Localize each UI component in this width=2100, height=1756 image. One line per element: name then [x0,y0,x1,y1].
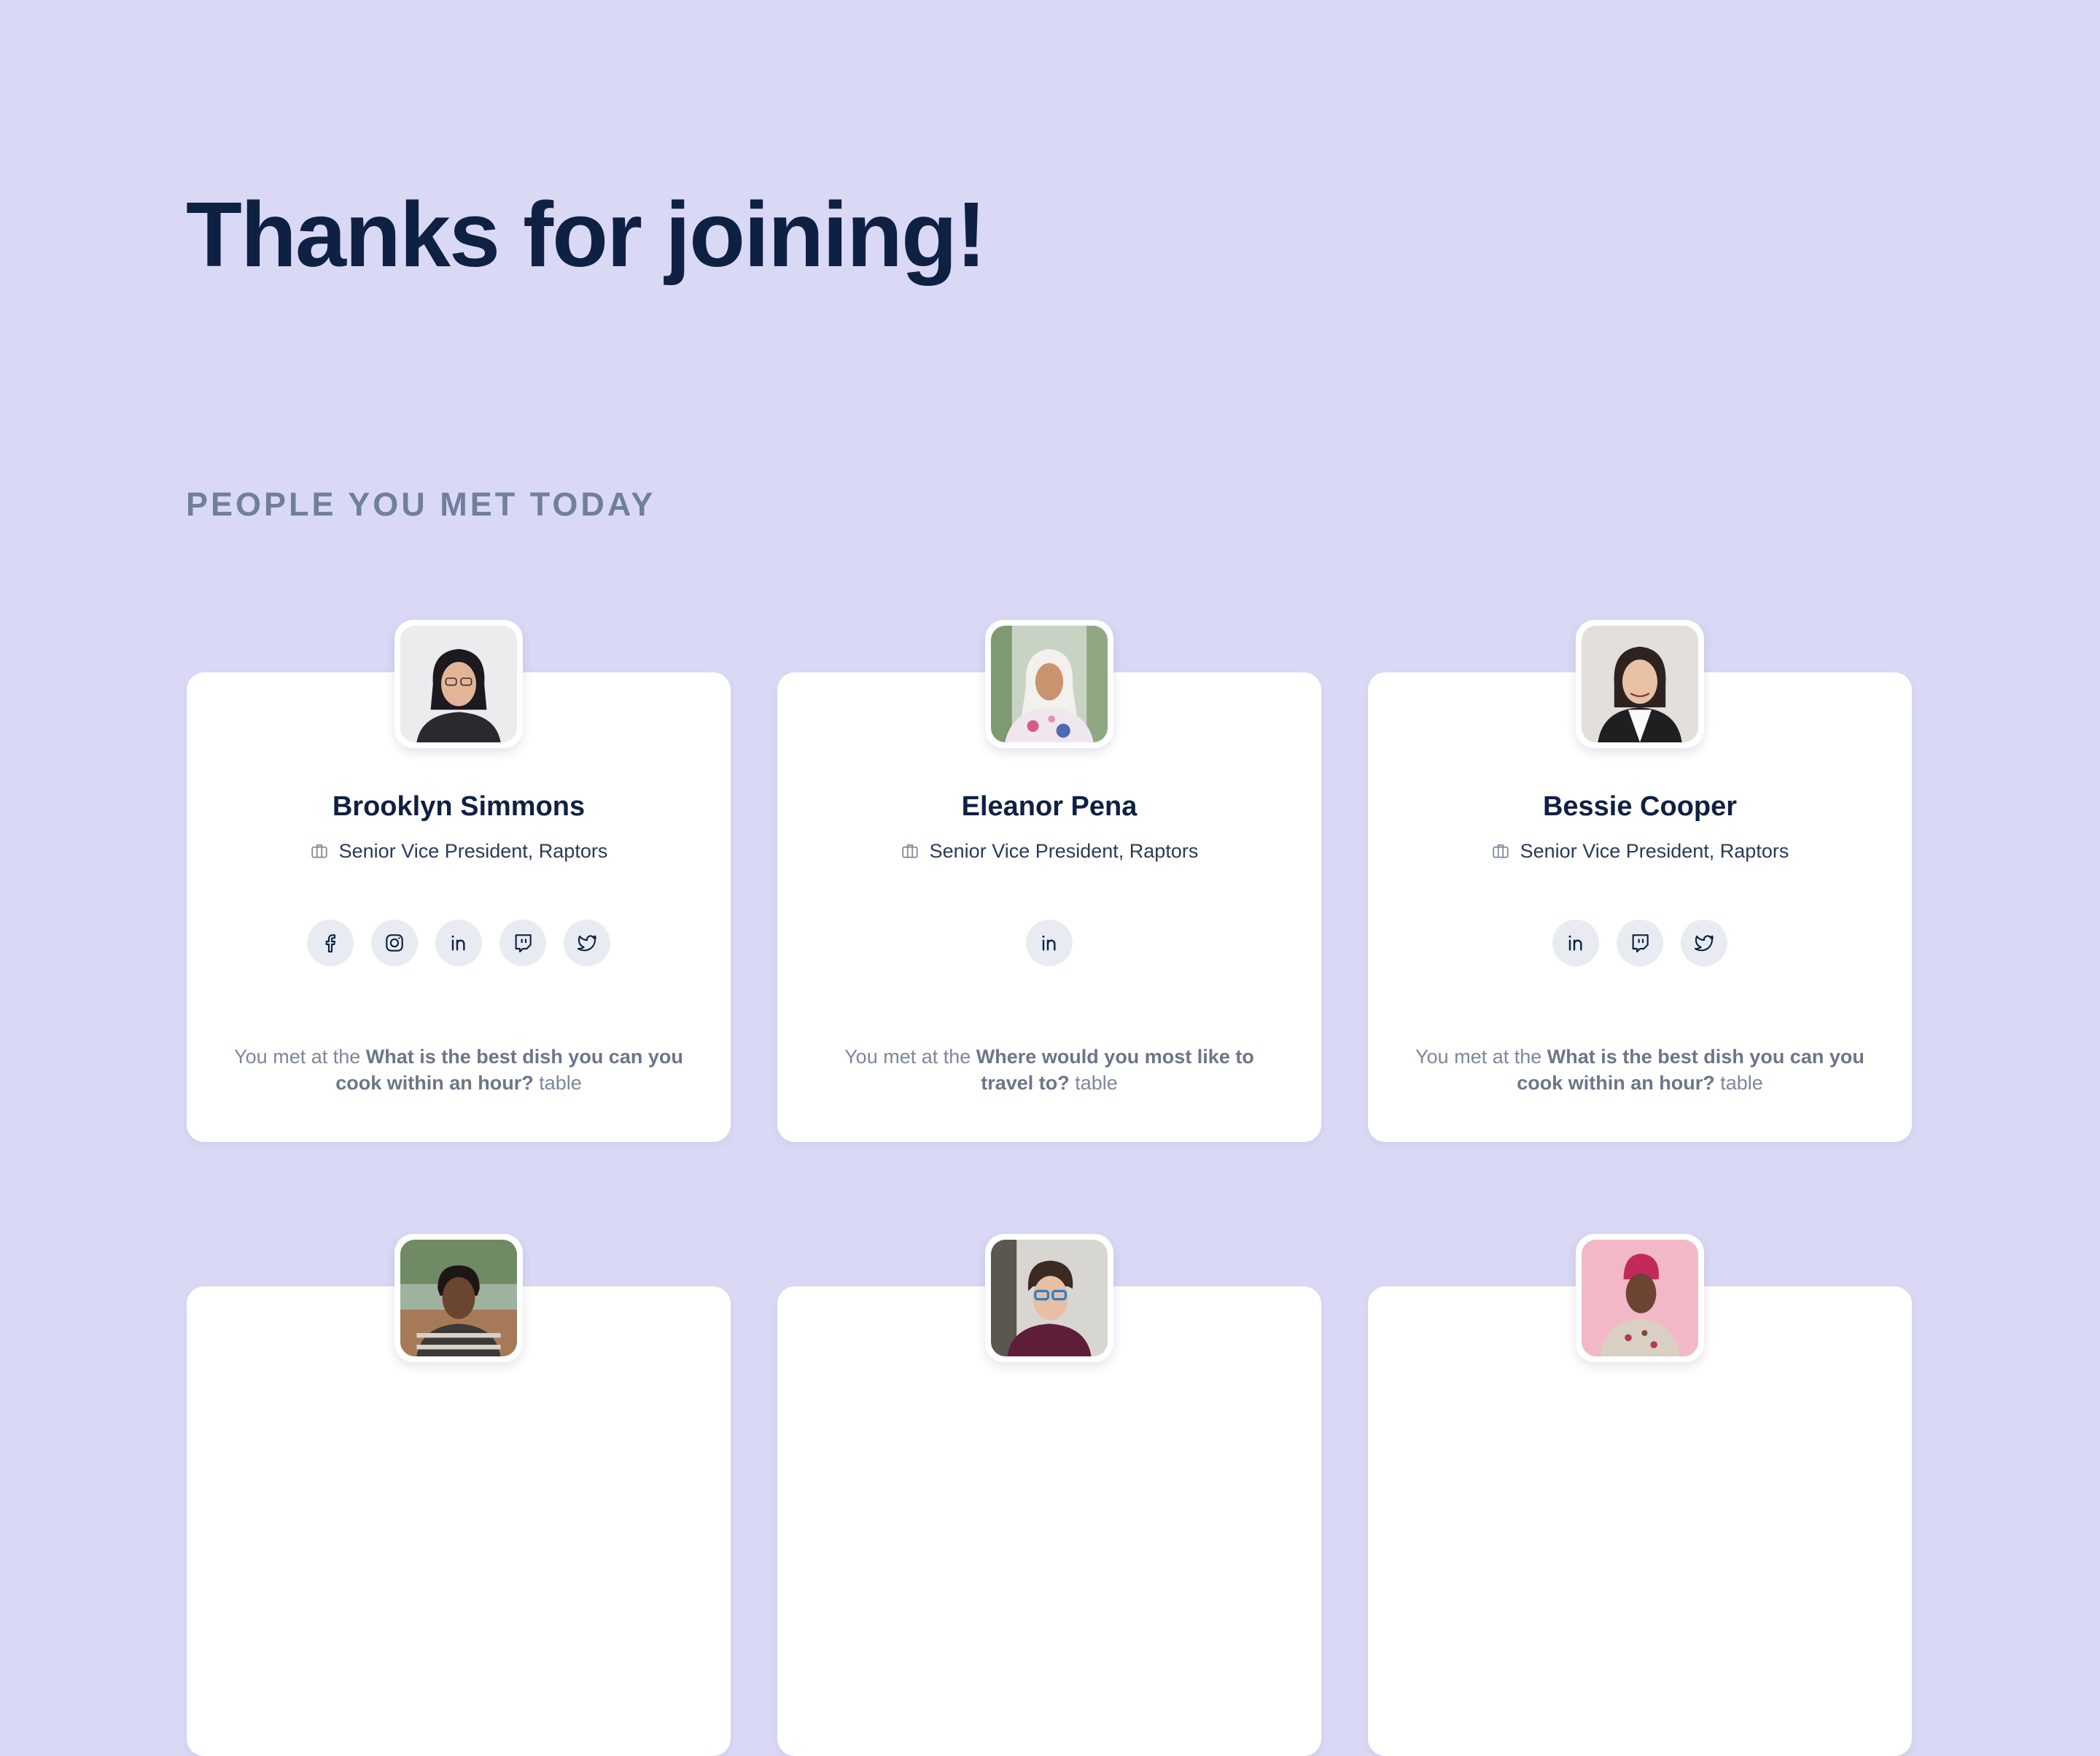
met-at-text: You met at the Where would you most like… [823,1044,1275,1096]
avatar[interactable] [394,1234,523,1362]
met-at-text: You met at the What is the best dish you… [1414,1044,1866,1096]
person-role-text: Senior Vice President, Raptors [929,839,1199,862]
met-at-text: You met at the What is the best dish you… [233,1044,685,1096]
social-links [187,919,731,966]
person-card-wrap [187,1234,731,1756]
twitch-icon[interactable] [1617,919,1663,966]
linkedin-icon[interactable] [1552,919,1599,966]
instagram-icon[interactable] [371,919,418,966]
person-role: Senior Vice President, Raptors [187,840,731,863]
avatar[interactable] [1576,1234,1704,1362]
person-card-wrap: Brooklyn Simmons Senior Vice President, … [187,620,731,1142]
met-suffix: table [533,1071,582,1094]
avatar-photo [1582,626,1698,742]
avatar-photo [1582,1240,1698,1356]
page-title: Thanks for joining! [186,183,987,286]
section-title: PEOPLE YOU MET TODAY [186,486,656,523]
person-card-wrap: Bessie Cooper Senior Vice President, Rap… [1368,620,1912,1142]
social-links [777,919,1321,966]
met-prefix: You met at the [1415,1045,1547,1068]
met-suffix: table [1714,1071,1763,1094]
person-name: Eleanor Pena [961,791,1138,822]
facebook-icon[interactable] [307,919,354,966]
people-grid: Brooklyn Simmons Senior Vice President, … [187,620,1912,1756]
social-links [1368,919,1912,966]
twitter-icon[interactable] [564,919,610,966]
avatar[interactable] [1576,620,1704,748]
person-role-text: Senior Vice President, Raptors [338,839,608,862]
person-role: Senior Vice President, Raptors [777,840,1321,863]
person-name: Brooklyn Simmons [332,791,586,822]
twitter-icon[interactable] [1681,919,1727,966]
table-name: What is the best dish you can you cook w… [335,1045,683,1094]
briefcase-icon [1491,842,1510,860]
briefcase-icon [310,842,329,860]
avatar-photo [991,1240,1108,1356]
avatar-photo [400,626,517,742]
briefcase-icon [901,842,919,860]
person-role: Senior Vice President, Raptors [1368,840,1912,863]
avatar[interactable] [394,620,523,748]
person-name: Bessie Cooper [1542,791,1738,822]
avatar[interactable] [985,620,1113,748]
met-prefix: You met at the [234,1045,366,1068]
person-card-wrap [1368,1234,1912,1756]
person-card-wrap: Eleanor Pena Senior Vice President, Rapt… [777,620,1321,1142]
avatar-photo [400,1240,517,1356]
met-prefix: You met at the [844,1045,976,1068]
avatar[interactable] [985,1234,1113,1362]
met-suffix: table [1069,1071,1118,1094]
person-card-wrap [777,1234,1321,1756]
linkedin-icon[interactable] [435,919,482,966]
twitch-icon[interactable] [499,919,546,966]
person-role-text: Senior Vice President, Raptors [1520,839,1789,862]
linkedin-icon[interactable] [1026,919,1073,966]
table-name: What is the best dish you can you cook w… [1517,1045,1864,1094]
avatar-photo [991,626,1108,742]
